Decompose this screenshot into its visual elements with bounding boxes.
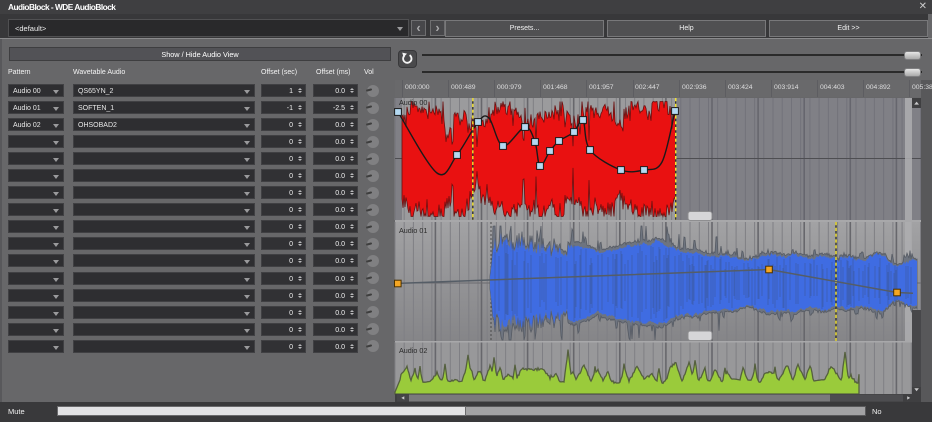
svg-text:Audio 02: Audio 02 — [399, 346, 427, 355]
svg-text:Audio 00: Audio 00 — [399, 98, 427, 107]
svg-text:Audio 01: Audio 01 — [399, 226, 427, 235]
